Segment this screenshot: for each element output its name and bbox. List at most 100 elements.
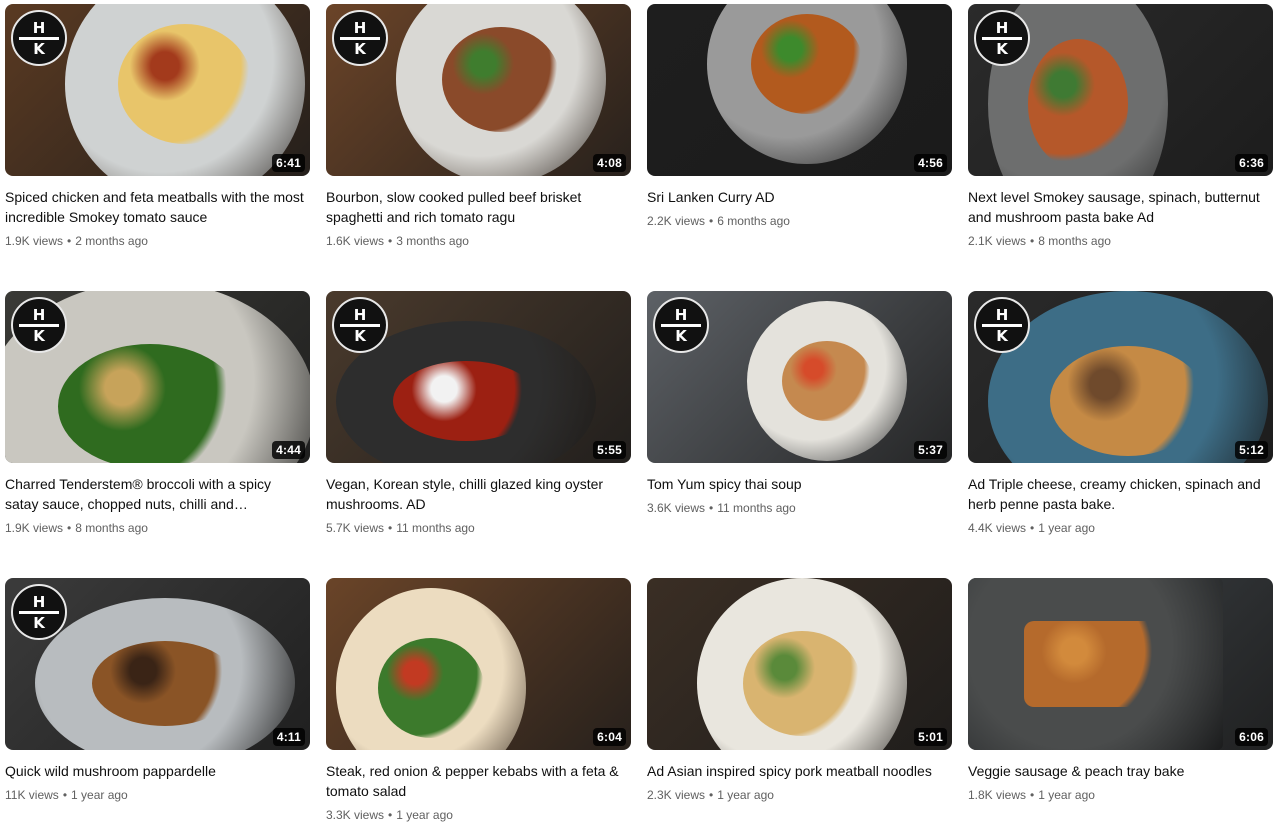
upload-age: 1 year ago xyxy=(71,788,128,802)
video-card[interactable]: HK 6:36 Next level Smokey sausage, spina… xyxy=(968,4,1273,291)
thumbnail-food xyxy=(92,640,238,726)
thumbnail-food xyxy=(377,638,485,738)
view-count: 3.3K views xyxy=(326,808,385,822)
thumbnail-food xyxy=(1027,39,1129,169)
video-title[interactable]: Sri Lanken Curry AD xyxy=(647,187,947,207)
duration-badge: 6:04 xyxy=(593,728,626,746)
video-thumbnail[interactable]: HK 4:08 xyxy=(326,4,631,176)
video-card[interactable]: 5:01 Ad Asian inspired spicy pork meatba… xyxy=(647,578,952,828)
duration-badge: 5:37 xyxy=(914,441,947,459)
video-title[interactable]: Spiced chicken and feta meatballs with t… xyxy=(5,187,305,227)
duration-badge: 4:08 xyxy=(593,154,626,172)
video-metadata: 2.1K views • 8 months ago xyxy=(968,234,1111,248)
channel-logo-icon: HK xyxy=(11,297,67,353)
channel-logo-icon: HK xyxy=(974,297,1030,353)
video-thumbnail[interactable]: HK 5:37 xyxy=(647,291,952,463)
video-card[interactable]: HK 4:44 Charred Tenderstem® broccoli wit… xyxy=(5,291,310,578)
duration-badge: 6:41 xyxy=(272,154,305,172)
video-thumbnail[interactable]: HK 6:41 xyxy=(5,4,310,176)
video-title[interactable]: Veggie sausage & peach tray bake xyxy=(968,761,1268,781)
upload-age: 11 months ago xyxy=(717,501,796,515)
thumbnail-food xyxy=(782,341,872,421)
video-title[interactable]: Vegan, Korean style, chilli glazed king … xyxy=(326,474,626,514)
video-card[interactable]: HK 5:37 Tom Yum spicy thai soup 3.6K vie… xyxy=(647,291,952,578)
duration-badge: 5:12 xyxy=(1235,441,1268,459)
video-metadata: 1.9K views • 8 months ago xyxy=(5,521,148,535)
video-metadata: 11K views • 1 year ago xyxy=(5,788,128,802)
view-count: 1.9K views xyxy=(5,234,64,248)
channel-logo-icon: HK xyxy=(332,10,388,66)
video-title[interactable]: Tom Yum spicy thai soup xyxy=(647,474,947,494)
video-metadata: 5.7K views • 11 months ago xyxy=(326,521,475,535)
video-metadata: 2.2K views • 6 months ago xyxy=(647,214,790,228)
upload-age: 1 year ago xyxy=(717,788,774,802)
channel-logo-icon: HK xyxy=(332,297,388,353)
view-count: 2.3K views xyxy=(647,788,706,802)
upload-age: 1 year ago xyxy=(396,808,453,822)
video-card[interactable]: HK 6:41 Spiced chicken and feta meatball… xyxy=(5,4,310,291)
video-title[interactable]: Steak, red onion & pepper kebabs with a … xyxy=(326,761,626,801)
view-count: 11K views xyxy=(5,788,59,802)
thumbnail-food xyxy=(751,14,863,114)
view-count: 1.8K views xyxy=(968,788,1027,802)
upload-age: 1 year ago xyxy=(1038,521,1095,535)
video-title[interactable]: Ad Asian inspired spicy pork meatball no… xyxy=(647,761,947,781)
thumbnail-food xyxy=(57,343,243,463)
video-thumbnail[interactable]: 4:56 xyxy=(647,4,952,176)
thumbnail-food xyxy=(743,630,861,736)
video-card[interactable]: 6:06 Veggie sausage & peach tray bake 1.… xyxy=(968,578,1273,828)
upload-age: 2 months ago xyxy=(75,234,148,248)
video-thumbnail[interactable]: HK 5:55 xyxy=(326,291,631,463)
video-card[interactable]: 4:56 Sri Lanken Curry AD 2.2K views • 6 mo… xyxy=(647,4,952,291)
video-thumbnail[interactable]: HK 6:36 xyxy=(968,4,1273,176)
video-metadata: 1.8K views • 1 year ago xyxy=(968,788,1095,802)
upload-age: 11 months ago xyxy=(396,521,475,535)
video-title[interactable]: Quick wild mushroom pappardelle xyxy=(5,761,305,781)
channel-logo-icon: HK xyxy=(974,10,1030,66)
video-metadata: 2.3K views • 1 year ago xyxy=(647,788,774,802)
video-card[interactable]: HK 4:11 Quick wild mushroom pappardelle … xyxy=(5,578,310,828)
video-metadata: 3.3K views • 1 year ago xyxy=(326,808,453,822)
view-count: 4.4K views xyxy=(968,521,1027,535)
video-card[interactable]: HK 4:08 Bourbon, slow cooked pulled beef… xyxy=(326,4,631,291)
video-title[interactable]: Bourbon, slow cooked pulled beef brisket… xyxy=(326,187,626,227)
thumbnail-food xyxy=(442,26,560,132)
channel-logo-icon: HK xyxy=(11,10,67,66)
video-title[interactable]: Charred Tenderstem® broccoli with a spic… xyxy=(5,474,305,514)
duration-badge: 4:56 xyxy=(914,154,947,172)
view-count: 2.2K views xyxy=(647,214,706,228)
duration-badge: 4:11 xyxy=(272,728,305,746)
view-count: 5.7K views xyxy=(326,521,385,535)
video-card[interactable]: 6:04 Steak, red onion & pepper kebabs wi… xyxy=(326,578,631,828)
duration-badge: 5:01 xyxy=(914,728,947,746)
channel-logo-icon: HK xyxy=(653,297,709,353)
video-thumbnail[interactable]: HK 4:44 xyxy=(5,291,310,463)
duration-badge: 6:06 xyxy=(1235,728,1268,746)
thumbnail-food xyxy=(117,24,253,144)
channel-logo-icon: HK xyxy=(11,584,67,640)
thumbnail-food xyxy=(1024,621,1167,707)
video-metadata: 4.4K views • 1 year ago xyxy=(968,521,1095,535)
duration-badge: 5:55 xyxy=(593,441,626,459)
video-metadata: 1.9K views • 2 months ago xyxy=(5,234,148,248)
view-count: 1.6K views xyxy=(326,234,385,248)
video-metadata: 3.6K views • 11 months ago xyxy=(647,501,796,515)
video-grid: HK 6:41 Spiced chicken and feta meatball… xyxy=(5,4,1273,828)
duration-badge: 4:44 xyxy=(272,441,305,459)
video-title[interactable]: Next level Smokey sausage, spinach, butt… xyxy=(968,187,1268,227)
thumbnail-food xyxy=(1049,346,1207,456)
video-thumbnail[interactable]: 6:06 xyxy=(968,578,1273,750)
view-count: 2.1K views xyxy=(968,234,1027,248)
upload-age: 6 months ago xyxy=(717,214,790,228)
video-card[interactable]: HK 5:55 Vegan, Korean style, chilli glaz… xyxy=(326,291,631,578)
video-thumbnail[interactable]: HK 5:12 xyxy=(968,291,1273,463)
view-count: 3.6K views xyxy=(647,501,706,515)
video-thumbnail[interactable]: HK 4:11 xyxy=(5,578,310,750)
upload-age: 8 months ago xyxy=(75,521,148,535)
video-title[interactable]: Ad Triple cheese, creamy chicken, spinac… xyxy=(968,474,1268,514)
video-thumbnail[interactable]: 5:01 xyxy=(647,578,952,750)
upload-age: 3 months ago xyxy=(396,234,469,248)
video-thumbnail[interactable]: 6:04 xyxy=(326,578,631,750)
duration-badge: 6:36 xyxy=(1235,154,1268,172)
video-card[interactable]: HK 5:12 Ad Triple cheese, creamy chicken… xyxy=(968,291,1273,578)
